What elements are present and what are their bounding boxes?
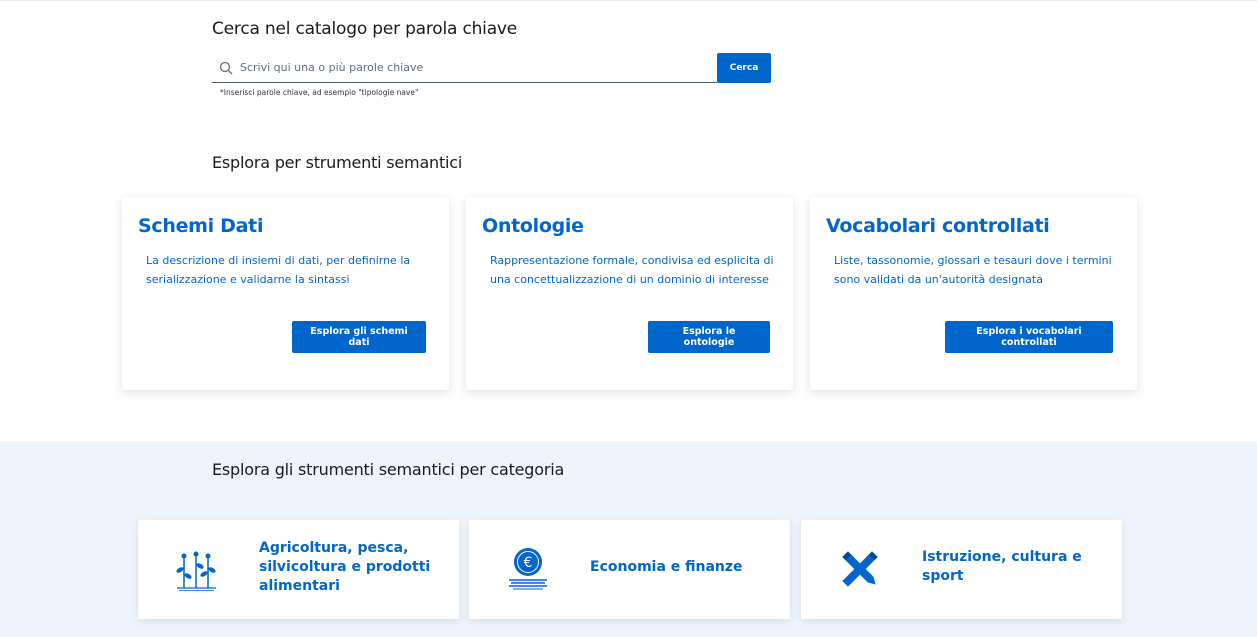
svg-text:€: €	[524, 555, 533, 571]
category-istruzione[interactable]: Istruzione, cultura e sport	[801, 520, 1122, 619]
card-title: Schemi Dati	[138, 215, 264, 237]
search-row: Cerca	[212, 53, 772, 83]
explore-vocabolari-button[interactable]: Esplora i vocabolari controllati	[945, 321, 1113, 353]
search-icon	[212, 61, 240, 75]
search-button[interactable]: Cerca	[717, 53, 771, 83]
card-description: Rappresentazione formale, condivisa ed e…	[490, 254, 774, 286]
top-section: Cerca nel catalogo per parola chiave Cer…	[0, 0, 1257, 441]
category-economia[interactable]: € Economia e finanze	[469, 520, 790, 619]
category-label: Economia e finanze	[590, 559, 743, 575]
card-description: Liste, tassonomie, glossari e tesauri do…	[834, 254, 1112, 286]
category-section: Esplora gli strumenti semantici per cate…	[0, 441, 1257, 637]
pencil-cross-icon	[837, 546, 883, 592]
agriculture-icon	[174, 546, 220, 592]
card-description: La descrizione di insiemi di dati, per d…	[146, 254, 411, 286]
search-input[interactable]	[240, 61, 710, 74]
search-hint: *Inserisci parole chiave, ad esempio "ti…	[220, 88, 419, 97]
explore-schemi-dati-button[interactable]: Esplora gli schemi dati	[292, 321, 426, 353]
semantic-section-title: Esplora per strumenti semantici	[212, 153, 463, 172]
card-vocabolari: Vocabolari controllati Liste, tassonomie…	[810, 197, 1137, 390]
card-ontologie: Ontologie Rappresentazione formale, cond…	[466, 197, 793, 390]
category-section-title: Esplora gli strumenti semantici per cate…	[212, 460, 565, 479]
euro-coin-icon: €	[505, 546, 551, 592]
category-agricoltura[interactable]: Agricoltura, pesca, silvicoltura e prodo…	[138, 520, 459, 619]
card-title: Ontologie	[482, 215, 584, 237]
card-schemi-dati: Schemi Dati La descrizione di insiemi di…	[122, 197, 449, 390]
search-title: Cerca nel catalogo per parola chiave	[212, 19, 518, 39]
category-label: Agricoltura, pesca, silvicoltura e prodo…	[259, 540, 431, 594]
card-title: Vocabolari controllati	[826, 215, 1050, 237]
category-label: Istruzione, cultura e sport	[922, 549, 1082, 584]
search-box[interactable]	[212, 53, 717, 83]
explore-ontologie-button[interactable]: Esplora le ontologie	[648, 321, 770, 353]
